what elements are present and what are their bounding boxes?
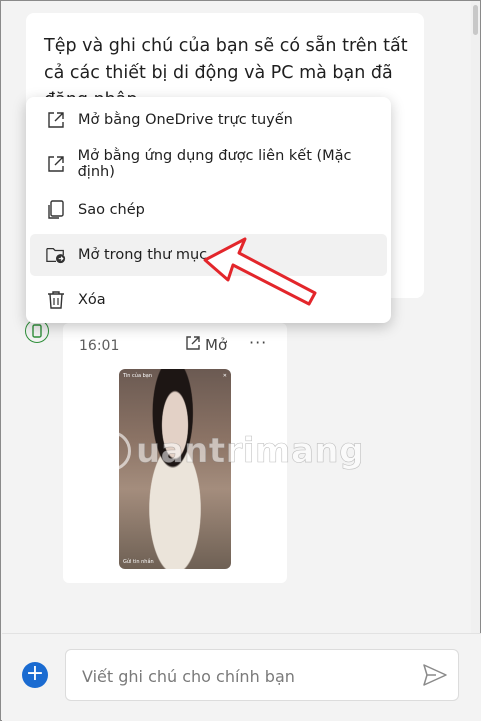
trash-icon xyxy=(46,290,66,310)
add-attachment-button[interactable]: + xyxy=(22,662,48,688)
thumbnail-footer: Gửi tin nhắn xyxy=(123,559,154,565)
open-file-button[interactable]: Mở xyxy=(185,334,227,356)
open-external-icon xyxy=(46,110,66,130)
open-external-icon xyxy=(185,335,201,355)
more-options-button[interactable]: ··· xyxy=(249,333,267,352)
annotation-arrow xyxy=(203,237,317,306)
message-time: 16:01 xyxy=(79,338,120,354)
watermark-logo-icon xyxy=(91,431,131,471)
watermark: uantrimang xyxy=(136,431,364,472)
menu-item-label: Sao chép xyxy=(78,202,145,218)
menu-item-open-onedrive[interactable]: Mở bằng OneDrive trực tuyến xyxy=(30,99,387,141)
menu-item-label: Mở trong thư mục xyxy=(78,247,208,263)
copy-icon xyxy=(46,200,66,220)
send-icon[interactable] xyxy=(422,663,448,687)
scrollbar[interactable] xyxy=(471,1,480,633)
note-input[interactable] xyxy=(80,663,404,689)
menu-item-open-default-app[interactable]: Mở bằng ứng dụng được liên kết (Mặc định… xyxy=(30,143,387,185)
open-file-label: Mở xyxy=(205,336,228,354)
thumbnail-close-icon: ✕ xyxy=(222,373,227,379)
scrollbar-thumb[interactable] xyxy=(473,5,478,35)
thumbnail-caption: Tin của bạn xyxy=(123,373,153,379)
note-input-box[interactable] xyxy=(65,649,459,701)
menu-item-label: Xóa xyxy=(78,292,106,308)
folder-open-icon xyxy=(46,245,66,265)
menu-item-label: Mở bằng ứng dụng được liên kết (Mặc định… xyxy=(77,148,352,180)
app-window: Tệp và ghi chú của bạn sẽ có sẵn trên tấ… xyxy=(0,0,481,721)
menu-item-label: Mở bằng OneDrive trực tuyến xyxy=(78,112,293,128)
open-external-icon xyxy=(46,154,66,174)
menu-item-copy[interactable]: Sao chép xyxy=(30,189,387,231)
